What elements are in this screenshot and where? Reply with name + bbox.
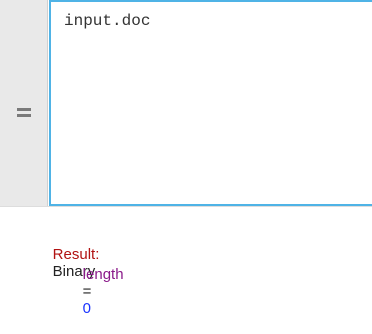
drag-handle-bar-bottom: [17, 114, 31, 117]
result-property-line: length = 0: [66, 249, 128, 334]
editor-input-text[interactable]: input.doc: [64, 12, 150, 30]
result-panel: Result: Binary length = 0: [0, 206, 372, 317]
input-editor[interactable]: input.doc: [49, 0, 372, 206]
drag-handle-bar-top: [17, 108, 31, 111]
editor-gutter: [0, 0, 48, 206]
property-equals: =: [82, 283, 92, 300]
property-value: 0: [82, 300, 92, 317]
drag-handle-icon[interactable]: [17, 108, 31, 118]
